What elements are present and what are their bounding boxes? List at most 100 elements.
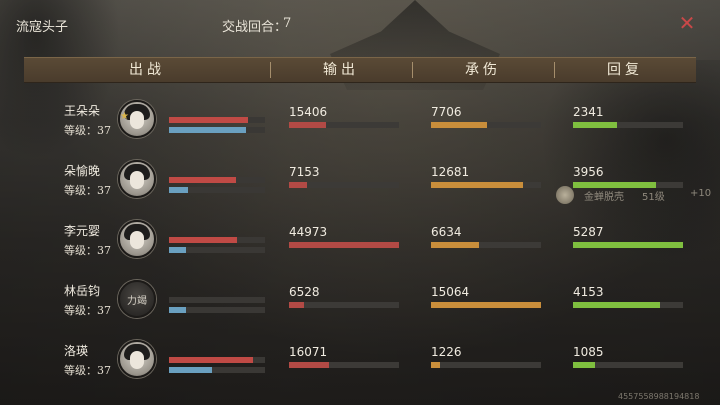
player-level: 等级：37 <box>64 184 111 197</box>
hp-bar <box>169 117 265 123</box>
player-name: 李元婴 <box>64 224 101 238</box>
portrait-icon[interactable]: 力竭 <box>118 280 156 318</box>
output-bar-fill <box>289 122 327 128</box>
output-value: 6528 <box>289 285 320 299</box>
avatar-face <box>130 171 144 189</box>
header-participants: 出战 <box>129 62 165 78</box>
avatar-face <box>130 351 144 369</box>
portrait-icon[interactable] <box>118 340 156 378</box>
mp-bar-fill <box>169 127 246 133</box>
hp-bar <box>169 357 265 363</box>
buff-indicator[interactable]: 金蝉脱壳 51级 +10 <box>556 186 711 204</box>
hp-bar-fill <box>169 237 238 243</box>
hp-bar <box>169 237 265 243</box>
hp-bar <box>169 177 265 183</box>
player-name: 王朵朵 <box>64 104 101 118</box>
heal-value: 4153 <box>573 285 604 299</box>
output-value: 16071 <box>289 345 328 359</box>
damage-bar-fill <box>431 362 440 368</box>
hp-bar <box>169 297 265 303</box>
damage-bar-fill <box>431 302 541 308</box>
portrait-icon[interactable] <box>118 220 156 258</box>
damage-bar-fill <box>431 122 488 128</box>
buff-bonus: +10 <box>690 188 712 199</box>
header-damage-taken: 承伤 <box>465 62 501 78</box>
round-label: 交战回合： <box>222 20 288 35</box>
damage-bar <box>431 182 541 188</box>
output-value: 15406 <box>289 105 328 119</box>
mp-bar <box>169 247 265 253</box>
player-level: 等级：37 <box>64 124 111 137</box>
header-output: 输出 <box>323 62 359 78</box>
damage-bar <box>431 242 541 248</box>
avatar-face <box>130 111 144 129</box>
mp-bar <box>169 307 265 313</box>
heal-bar <box>573 122 683 128</box>
heal-bar-fill <box>573 362 595 368</box>
output-bar-fill <box>289 362 329 368</box>
output-value: 44973 <box>289 225 328 239</box>
heal-bar <box>573 242 683 248</box>
close-button[interactable]: ✕ <box>676 12 698 34</box>
player-level: 等级：37 <box>64 244 111 257</box>
output-bar <box>289 122 399 128</box>
player-level: 等级：37 <box>64 364 111 377</box>
header-healing: 回复 <box>607 62 643 78</box>
hp-bar-fill <box>169 177 237 183</box>
output-bar <box>289 242 399 248</box>
damage-bar <box>431 302 541 308</box>
damage-value: 1226 <box>431 345 462 359</box>
session-id: 4557558988194818 <box>618 392 700 401</box>
heal-value: 5287 <box>573 225 604 239</box>
damage-bar <box>431 122 541 128</box>
heal-bar-fill <box>573 122 617 128</box>
top-bar: 流寇头子 交战回合： 7 ✕ <box>0 0 720 48</box>
hp-bar-fill <box>169 357 254 363</box>
star-icon: ★ <box>120 111 129 122</box>
player-row[interactable]: 李元婴等级：37 44973 6634 5287 <box>0 220 720 276</box>
avatar-face <box>130 231 144 249</box>
player-row[interactable]: 洛瑛等级：37 16071 1226 1085 <box>0 340 720 396</box>
player-name: 朵愉晚 <box>64 164 101 178</box>
output-bar <box>289 182 399 188</box>
mp-bar <box>169 187 265 193</box>
heal-value: 2341 <box>573 105 604 119</box>
buff-name: 金蝉脱壳 <box>584 192 624 203</box>
mp-bar <box>169 367 265 373</box>
round-value: 7 <box>283 16 292 31</box>
avatar-status-text: 力竭 <box>127 296 147 307</box>
stats-header: 出战 输出 承伤 回复 <box>24 57 696 83</box>
damage-bar <box>431 362 541 368</box>
damage-bar-fill <box>431 182 524 188</box>
damage-value: 15064 <box>431 285 470 299</box>
output-bar-fill <box>289 302 305 308</box>
damage-value: 12681 <box>431 165 470 179</box>
player-level: 等级：37 <box>64 304 111 317</box>
damage-value: 7706 <box>431 105 462 119</box>
output-value: 7153 <box>289 165 320 179</box>
mp-bar <box>169 127 265 133</box>
hp-bar-fill <box>169 117 248 123</box>
player-name: 林岳钧 <box>64 284 101 298</box>
output-bar-fill <box>289 182 307 188</box>
player-name: 洛瑛 <box>64 344 89 358</box>
output-bar-fill <box>289 242 399 248</box>
mp-bar-fill <box>169 367 213 373</box>
portrait-icon[interactable] <box>118 160 156 198</box>
heal-bar <box>573 302 683 308</box>
output-bar <box>289 362 399 368</box>
mp-bar-fill <box>169 187 189 193</box>
heal-value: 3956 <box>573 165 604 179</box>
buff-level: 51级 <box>642 192 665 203</box>
damage-bar-fill <box>431 242 480 248</box>
player-row[interactable]: 林岳钧等级：37 力竭 6528 15064 4153 <box>0 280 720 336</box>
team-name: 流寇头子 <box>16 20 69 35</box>
heal-bar-fill <box>573 242 683 248</box>
mp-bar-fill <box>169 307 187 313</box>
player-row[interactable]: 王朵朵等级：37 ★ 15406 7706 2341 <box>0 100 720 156</box>
close-icon: ✕ <box>678 11 696 35</box>
heal-value: 1085 <box>573 345 604 359</box>
damage-value: 6634 <box>431 225 462 239</box>
mp-bar-fill <box>169 247 187 253</box>
heal-bar-fill <box>573 302 660 308</box>
